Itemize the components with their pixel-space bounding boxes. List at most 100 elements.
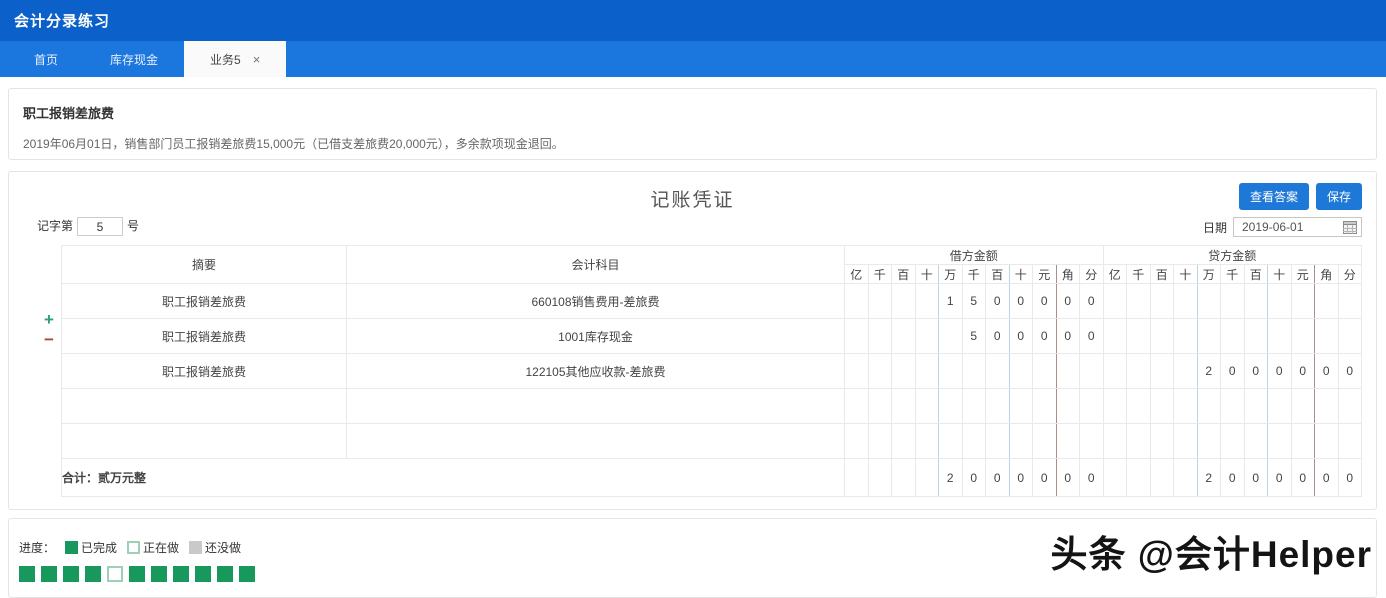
total-debit-digit-cell[interactable]: 0 [1080, 459, 1104, 497]
debit-digit-cell[interactable] [892, 389, 916, 424]
total-credit-digit-cell[interactable] [1103, 459, 1127, 497]
debit-digit-cell[interactable]: 0 [1056, 284, 1080, 319]
credit-digit-cell[interactable] [1127, 319, 1151, 354]
debit-digit-cell[interactable]: 0 [1080, 284, 1104, 319]
credit-digit-cell[interactable] [1197, 389, 1221, 424]
credit-digit-cell[interactable] [1103, 319, 1127, 354]
credit-digit-cell[interactable] [1244, 424, 1268, 459]
debit-digit-cell[interactable] [962, 424, 986, 459]
total-credit-digit-cell[interactable]: 2 [1197, 459, 1221, 497]
credit-digit-cell[interactable] [1150, 389, 1174, 424]
credit-digit-cell[interactable] [1103, 284, 1127, 319]
total-debit-digit-cell[interactable] [868, 459, 892, 497]
debit-digit-cell[interactable] [892, 284, 916, 319]
debit-digit-cell[interactable] [868, 284, 892, 319]
total-debit-digit-cell[interactable]: 0 [1033, 459, 1057, 497]
debit-digit-cell[interactable] [1009, 354, 1033, 389]
credit-digit-cell[interactable] [1150, 354, 1174, 389]
debit-digit-cell[interactable]: 5 [962, 284, 986, 319]
credit-digit-cell[interactable] [1221, 284, 1245, 319]
summary-cell[interactable] [62, 424, 347, 459]
debit-digit-cell[interactable] [1009, 424, 1033, 459]
voucher-number-input[interactable] [77, 217, 123, 236]
credit-digit-cell[interactable] [1150, 319, 1174, 354]
debit-digit-cell[interactable]: 0 [1009, 284, 1033, 319]
progress-square-10[interactable] [217, 566, 233, 582]
total-credit-digit-cell[interactable]: 0 [1338, 459, 1362, 497]
progress-square-8[interactable] [173, 566, 189, 582]
debit-digit-cell[interactable] [962, 389, 986, 424]
debit-digit-cell[interactable] [868, 319, 892, 354]
credit-digit-cell[interactable] [1268, 424, 1292, 459]
credit-digit-cell[interactable] [1291, 319, 1315, 354]
credit-digit-cell[interactable] [1127, 389, 1151, 424]
progress-square-9[interactable] [195, 566, 211, 582]
debit-digit-cell[interactable] [1033, 389, 1057, 424]
credit-digit-cell[interactable] [1338, 389, 1362, 424]
debit-digit-cell[interactable] [1056, 389, 1080, 424]
debit-digit-cell[interactable]: 0 [1056, 319, 1080, 354]
debit-digit-cell[interactable]: 0 [1009, 319, 1033, 354]
subject-cell[interactable]: 122105其他应收款-差旅费 [347, 354, 845, 389]
debit-digit-cell[interactable] [915, 424, 939, 459]
credit-digit-cell[interactable] [1244, 389, 1268, 424]
credit-digit-cell[interactable] [1244, 319, 1268, 354]
summary-cell[interactable]: 职工报销差旅费 [62, 284, 347, 319]
save-button[interactable]: 保存 [1316, 183, 1362, 210]
credit-digit-cell[interactable]: 0 [1268, 354, 1292, 389]
debit-digit-cell[interactable] [986, 389, 1010, 424]
credit-digit-cell[interactable] [1315, 389, 1339, 424]
tab-3[interactable]: 业务5× [184, 41, 286, 77]
debit-digit-cell[interactable] [1009, 389, 1033, 424]
credit-digit-cell[interactable]: 0 [1315, 354, 1339, 389]
progress-square-2[interactable] [41, 566, 57, 582]
debit-digit-cell[interactable] [915, 389, 939, 424]
debit-digit-cell[interactable]: 0 [986, 284, 1010, 319]
debit-digit-cell[interactable] [1080, 354, 1104, 389]
credit-digit-cell[interactable] [1174, 354, 1198, 389]
debit-digit-cell[interactable] [962, 354, 986, 389]
debit-digit-cell[interactable] [939, 389, 963, 424]
credit-digit-cell[interactable]: 0 [1291, 354, 1315, 389]
credit-digit-cell[interactable] [1150, 284, 1174, 319]
total-credit-digit-cell[interactable] [1127, 459, 1151, 497]
credit-digit-cell[interactable] [1127, 354, 1151, 389]
credit-digit-cell[interactable] [1197, 424, 1221, 459]
credit-digit-cell[interactable] [1268, 319, 1292, 354]
debit-digit-cell[interactable] [845, 424, 869, 459]
progress-square-4[interactable] [85, 566, 101, 582]
debit-digit-cell[interactable] [915, 284, 939, 319]
total-debit-digit-cell[interactable] [915, 459, 939, 497]
credit-digit-cell[interactable] [1127, 284, 1151, 319]
debit-digit-cell[interactable] [892, 424, 916, 459]
credit-digit-cell[interactable] [1315, 319, 1339, 354]
credit-digit-cell[interactable] [1291, 284, 1315, 319]
subject-cell[interactable]: 1001库存现金 [347, 319, 845, 354]
credit-digit-cell[interactable]: 0 [1244, 354, 1268, 389]
debit-digit-cell[interactable] [1080, 389, 1104, 424]
debit-digit-cell[interactable]: 0 [986, 319, 1010, 354]
credit-digit-cell[interactable] [1244, 284, 1268, 319]
debit-digit-cell[interactable] [892, 354, 916, 389]
debit-digit-cell[interactable] [915, 354, 939, 389]
credit-digit-cell[interactable] [1338, 319, 1362, 354]
credit-digit-cell[interactable] [1268, 389, 1292, 424]
progress-square-11[interactable] [239, 566, 255, 582]
credit-digit-cell[interactable]: 2 [1197, 354, 1221, 389]
credit-digit-cell[interactable] [1315, 424, 1339, 459]
debit-digit-cell[interactable] [845, 389, 869, 424]
debit-digit-cell[interactable] [986, 354, 1010, 389]
debit-digit-cell[interactable]: 0 [1033, 284, 1057, 319]
credit-digit-cell[interactable] [1338, 284, 1362, 319]
total-debit-digit-cell[interactable]: 0 [986, 459, 1010, 497]
total-credit-digit-cell[interactable]: 0 [1221, 459, 1245, 497]
credit-digit-cell[interactable] [1150, 424, 1174, 459]
subject-cell[interactable]: 660108销售费用-差旅费 [347, 284, 845, 319]
debit-digit-cell[interactable] [915, 319, 939, 354]
tab-1[interactable]: 首页 [8, 41, 84, 77]
debit-digit-cell[interactable] [868, 354, 892, 389]
debit-digit-cell[interactable] [1033, 424, 1057, 459]
credit-digit-cell[interactable] [1291, 389, 1315, 424]
debit-digit-cell[interactable] [845, 284, 869, 319]
subject-cell[interactable] [347, 389, 845, 424]
